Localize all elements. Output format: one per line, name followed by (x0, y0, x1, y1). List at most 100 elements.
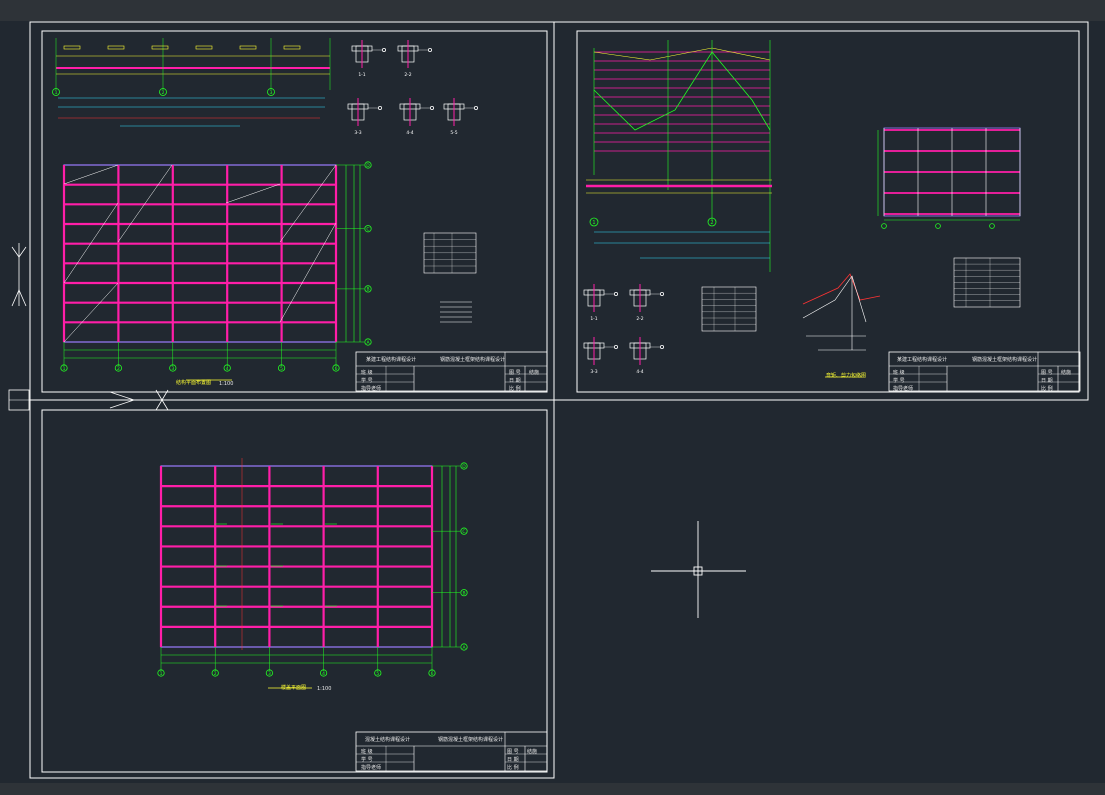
s2-section-3-3-label: 3-3 (590, 369, 597, 375)
sheet-1-framing-plan-axis-label: 3 (171, 366, 174, 372)
ucs-icon (8, 243, 169, 411)
sheet-3-floor-plan-axis-label: 5 (376, 671, 379, 677)
slab-diagonal (63, 164, 119, 185)
rebar-callout (239, 45, 257, 50)
sheet-2-row-id: 学 号 (893, 378, 905, 384)
sheet-1-drawing-no-value: 结施 (529, 370, 540, 376)
table-outline (423, 232, 477, 274)
sheet-1-rebar-table (423, 232, 477, 274)
section-3-3: 3-3 (347, 98, 382, 136)
axis-bubble (935, 223, 941, 229)
sheet-1-beam-elevation: 1 2 3 (52, 38, 331, 127)
sheet-3-floor-plan-axis-label: 4 (322, 671, 325, 677)
sheet-2-frame-elevation (877, 127, 1021, 229)
sheet-1-row-advisor: 指导老师 (361, 386, 382, 392)
sheet-2-diagram-caption: 弯矩、剪力包络图 (826, 373, 867, 379)
axis-bubble (881, 223, 887, 229)
sheet-1-framing-plan-axis-label: D (366, 163, 370, 169)
sheet-3-floor-plan-axis-label: B (462, 591, 465, 597)
section-2-2-label: 2-2 (404, 72, 411, 78)
axis-label: 1 (592, 220, 595, 226)
sheet-1-framing-plan-axis-label: 5 (280, 366, 283, 372)
s2-section-2-2-label: 2-2 (636, 316, 643, 322)
sheet-2-row-class: 班 级 (893, 370, 905, 376)
sheet-1-scale-label: 比 例 (509, 386, 521, 392)
sheet-1-notes (440, 301, 472, 323)
sheet-3-inner-frame (41, 409, 548, 773)
section-4-4-callout (429, 106, 434, 111)
slab-diagonal (225, 183, 281, 204)
sheet-2-rebar-table (701, 286, 757, 332)
axis-bubble (989, 223, 995, 229)
sheet-3-floor-plan-axis-label: 1 (160, 671, 163, 677)
sheet-1-framing-plan-axis-label: C (366, 227, 369, 233)
sheet-2-date-label: 日 期 (1041, 378, 1053, 384)
s2-section-1-1-label: 1-1 (590, 316, 597, 322)
sheet-3-plan-caption: 楼盖平面图 (281, 685, 307, 691)
section-2-2: 2-2 (397, 40, 432, 78)
s2-section-2-2-callout (660, 291, 665, 296)
section-1-1-label: 1-1 (358, 72, 365, 78)
sheet-1-framing-plan-axis-label: 1 (63, 366, 66, 372)
section-1-1-callout (381, 48, 386, 53)
s2-section-4-4-callout (660, 344, 665, 349)
table-outline (701, 286, 757, 332)
section-4-4-label: 4-4 (406, 130, 413, 136)
rebar-callout (195, 45, 213, 50)
section-5-5: 5-5 (443, 98, 478, 136)
slab-diagonal (63, 282, 119, 343)
sheet-2-scale-label: 比 例 (1041, 386, 1053, 392)
s2-section-2-2: 2-2 (629, 284, 665, 322)
section-5-5-callout (473, 106, 478, 111)
section-3-3-callout (377, 106, 382, 111)
s2-section-3-3: 3-3 (583, 337, 619, 375)
moment-envelope (593, 51, 771, 131)
s2-section-4-4-label: 4-4 (636, 369, 643, 375)
elevation-axis-label: 2 (162, 90, 165, 96)
sheet-2-load-diagram (802, 273, 881, 378)
sheet-1-framing-plan-axis-label: 4 (226, 366, 229, 372)
s2-section-1-1: 1-1 (583, 284, 619, 322)
sheet-1-framing-plan-axis-label: 6 (335, 366, 338, 372)
sheet-1-framing-plan-axis-label: 2 (117, 366, 120, 372)
sheet-borders (29, 21, 1089, 779)
sheet-1-project: 钢筋混凝土框架结构课程设计 (440, 357, 506, 363)
s2-section-1-1-callout (614, 291, 619, 296)
sheet-3-plan-scale: 1:100 (317, 686, 332, 692)
rebar-callout (107, 45, 125, 50)
drawing-canvas[interactable]: 1 2 3 4 5 6DCBA1 2 3 4 5 6DCBA1 2 31-1 2-23-3 4-4 5-51 2… (0, 0, 1105, 795)
sheet-1-row-id: 学 号 (361, 378, 373, 384)
sheet-3-border (29, 399, 555, 779)
sheet-3-row-class: 班 级 (361, 749, 373, 755)
sheet-1-school: 某建工程结构课程设计 (366, 357, 417, 363)
sheet-2-row-advisor: 指导老师 (893, 386, 914, 392)
sheet-3-scale-label: 比 例 (507, 765, 519, 771)
sheet-3-drawing-no-label: 图 号 (507, 749, 519, 755)
sheet-3-school: 混凝土结构课程设计 (365, 737, 411, 743)
sheet-3-floor-plan-axis-label: D (462, 464, 466, 470)
rebar-callout (63, 45, 81, 50)
crosshair-cursor (651, 521, 746, 618)
elevation-axis-label: 3 (270, 90, 273, 96)
sheet-1-plan-caption: 结构平面布置图 (176, 380, 212, 386)
slab-diagonal (279, 222, 337, 323)
sheet-3-drawing-no-value: 结施 (527, 749, 538, 755)
sheet-3-date-label: 日 期 (507, 757, 519, 763)
sheet-3-row-advisor: 指导老师 (361, 765, 382, 771)
section-3-3-label: 3-3 (354, 130, 361, 136)
sheet-2-inner-frame (576, 30, 1080, 393)
sheet-1-framing-plan: 1 2 3 4 5 6DCBA (60, 161, 372, 381)
sheet-1-date-label: 日 期 (509, 378, 521, 384)
axis-label: 2 (710, 220, 713, 226)
sheet-3-floor-plan-axis-label: 6 (431, 671, 434, 677)
sheet-2-drawing-no-label: 图 号 (1041, 370, 1053, 376)
sheet-3-floor-plan-outline (160, 465, 433, 648)
sheet-3-project: 钢筋混凝土框架结构课程设计 (438, 737, 504, 743)
sheet-1-row-class: 班 级 (361, 370, 373, 376)
sheet-1-framing-plan-axis-label: B (366, 287, 369, 293)
sheet-1-framing-plan-outline (63, 164, 337, 343)
sheet-2-rebar-table-2 (953, 257, 1021, 308)
sheet-3-floor-plan-axis-label: 2 (214, 671, 217, 677)
sheet-2-envelope-diagram: 12 (586, 40, 772, 272)
section-1-1: 1-1 (351, 40, 386, 78)
